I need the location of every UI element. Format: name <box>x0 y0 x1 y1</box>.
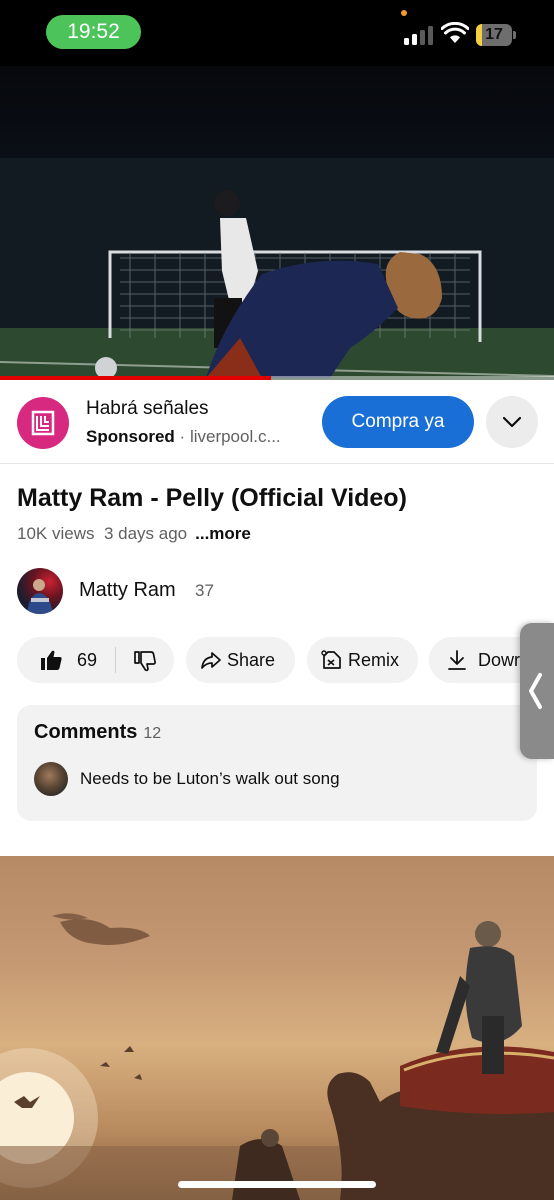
cellular-signal-icon <box>404 25 434 45</box>
remix-button[interactable]: Remix <box>307 637 418 683</box>
video-title[interactable]: Matty Ram - Pelly (Official Video) <box>17 484 407 513</box>
top-comment: Needs to be Luton’s walk out song <box>80 769 340 788</box>
upload-age: 3 days ago <box>103 524 188 543</box>
share-label: Share <box>227 650 276 670</box>
ad-domain: liverpool.c... <box>189 427 281 446</box>
like-dislike-group: 69 <box>17 637 174 683</box>
battery-level: 17 <box>485 26 503 43</box>
view-count: 10K views <box>17 524 95 543</box>
thumbs-up-icon[interactable] <box>39 648 63 672</box>
thumbnail-image <box>0 913 554 1200</box>
channel-name[interactable]: Matty Ram <box>79 579 176 602</box>
sponsored-ad[interactable]: Habrá señales Sponsored · liverpool.c...… <box>0 380 554 464</box>
ad-expand-button[interactable] <box>486 396 538 448</box>
status-time: 19:52 <box>46 15 141 49</box>
video-frame <box>0 158 554 380</box>
wifi-icon <box>441 22 469 43</box>
chevron-down-icon <box>502 416 522 428</box>
comments-card[interactable]: Comments 12 Needs to be Luton’s walk out … <box>17 705 537 821</box>
subscriber-count: 37 <box>195 581 214 600</box>
privacy-indicator-dot <box>401 10 407 16</box>
remix-label: Remix <box>348 650 400 670</box>
battery-icon: 17 <box>476 24 516 46</box>
comments-heading: Comments 12 <box>34 721 161 744</box>
comments-count: 12 <box>143 725 162 742</box>
sponsored-label: Sponsored <box>86 427 175 446</box>
share-arrow-icon <box>201 652 221 669</box>
download-label: Dowr <box>478 650 521 670</box>
channel-avatar[interactable] <box>17 568 63 614</box>
next-video-thumbnail[interactable] <box>0 856 554 1200</box>
thumbs-down-icon[interactable] <box>133 649 157 673</box>
chevron-left-icon <box>529 673 542 709</box>
side-panel-handle[interactable] <box>520 623 554 759</box>
status-bar: 19:52 17 <box>0 0 554 66</box>
commenter-avatar <box>34 762 68 796</box>
ad-meta: Sponsored · liverpool.c... <box>86 427 281 447</box>
advertiser-name: Habrá señales <box>86 398 209 419</box>
like-count[interactable]: 69 <box>77 650 97 671</box>
ad-separator: · <box>179 427 186 446</box>
ad-cta-button[interactable]: Compra ya <box>322 396 474 448</box>
more-button[interactable]: ...more <box>195 524 251 543</box>
video-player[interactable] <box>0 66 554 380</box>
share-button[interactable]: Share <box>186 637 295 683</box>
home-indicator[interactable] <box>178 1181 376 1188</box>
download-icon <box>448 650 466 670</box>
video-meta[interactable]: 10K views 3 days ago ...more <box>17 524 251 544</box>
like-divider <box>115 647 116 673</box>
comments-title: Comments <box>34 721 138 743</box>
advertiser-logo <box>17 397 69 449</box>
remix-icon <box>321 650 341 669</box>
